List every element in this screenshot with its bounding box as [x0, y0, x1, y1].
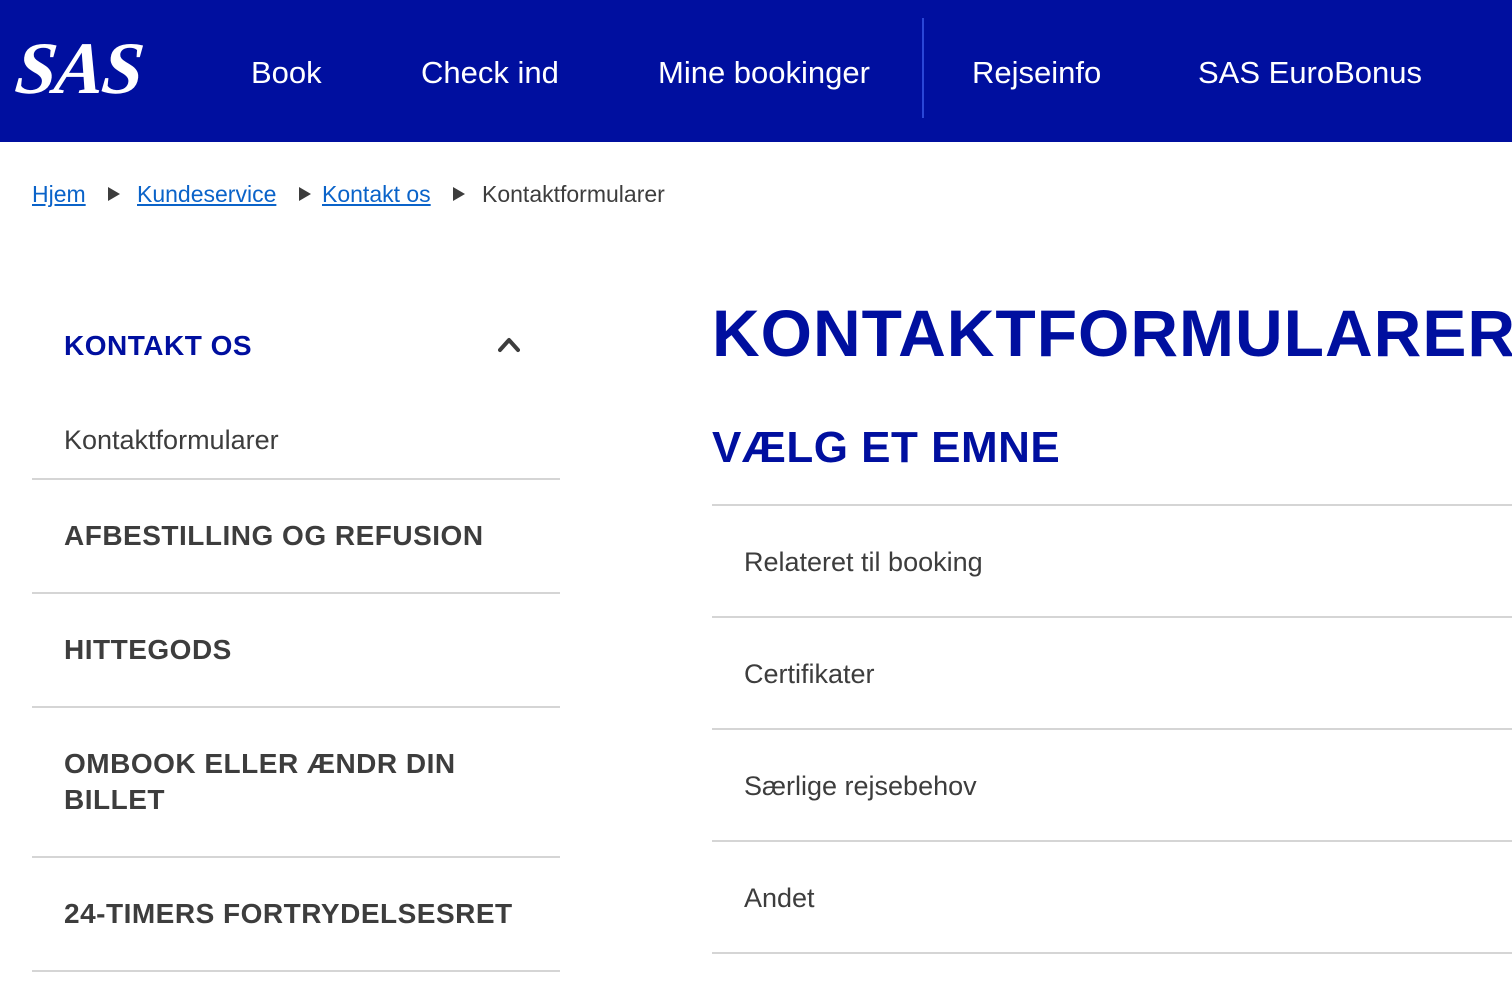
- top-navigation-bar: SAS Book Check ind Mine bookinger Rejsei…: [0, 0, 1512, 142]
- breadcrumb-link-hjem[interactable]: Hjem: [32, 176, 86, 212]
- nav-rejseinfo[interactable]: Rejseinfo: [972, 50, 1101, 96]
- divider: [712, 952, 1512, 954]
- nav-sas-eurobonus[interactable]: SAS EuroBonus: [1198, 50, 1422, 96]
- breadcrumb-link-kontakt-os[interactable]: Kontakt os: [322, 176, 431, 212]
- sidebar-item-ombook[interactable]: OMBOOK ELLER ÆNDR DIN BILLET: [64, 746, 484, 818]
- page-title: KONTAKTFORMULARER: [712, 296, 1512, 370]
- sidebar-title[interactable]: KONTAKT OS: [64, 326, 252, 366]
- sidebar-item-hittegods[interactable]: HITTEGODS: [64, 632, 534, 668]
- breadcrumb-link-kundeservice[interactable]: Kundeservice: [137, 176, 276, 212]
- section-subtitle: VÆLG ET EMNE: [712, 423, 1061, 472]
- triangle-right-icon: [299, 187, 311, 201]
- divider: [32, 706, 560, 708]
- triangle-right-icon: [453, 187, 465, 201]
- nav-divider: [922, 18, 924, 118]
- chevron-up-icon[interactable]: [498, 333, 520, 355]
- sidebar-item-afbestilling[interactable]: AFBESTILLING OG REFUSION: [64, 518, 534, 554]
- nav-book[interactable]: Book: [251, 50, 322, 96]
- topic-certifikater[interactable]: Certifikater: [744, 654, 1484, 694]
- triangle-right-icon: [108, 187, 120, 201]
- sidebar-item-kontaktformularer[interactable]: Kontaktformularer: [64, 420, 279, 460]
- divider: [712, 504, 1512, 506]
- divider: [712, 616, 1512, 618]
- topic-relateret-til-booking[interactable]: Relateret til booking: [744, 542, 1484, 582]
- divider: [32, 478, 560, 480]
- divider: [712, 840, 1512, 842]
- topic-andet[interactable]: Andet: [744, 878, 1484, 918]
- breadcrumb-current: Kontaktformularer: [482, 181, 665, 207]
- sidebar-item-fortrydelsesret[interactable]: 24-TIMERS FORTRYDELSESRET: [64, 896, 534, 932]
- divider: [32, 856, 560, 858]
- topic-saerlige-rejsebehov[interactable]: Særlige rejsebehov: [744, 766, 1484, 806]
- nav-check-ind[interactable]: Check ind: [421, 50, 559, 96]
- divider: [712, 728, 1512, 730]
- divider: [32, 970, 560, 972]
- divider: [32, 592, 560, 594]
- sas-logo[interactable]: SAS: [12, 28, 146, 110]
- nav-mine-bookinger[interactable]: Mine bookinger: [658, 50, 870, 96]
